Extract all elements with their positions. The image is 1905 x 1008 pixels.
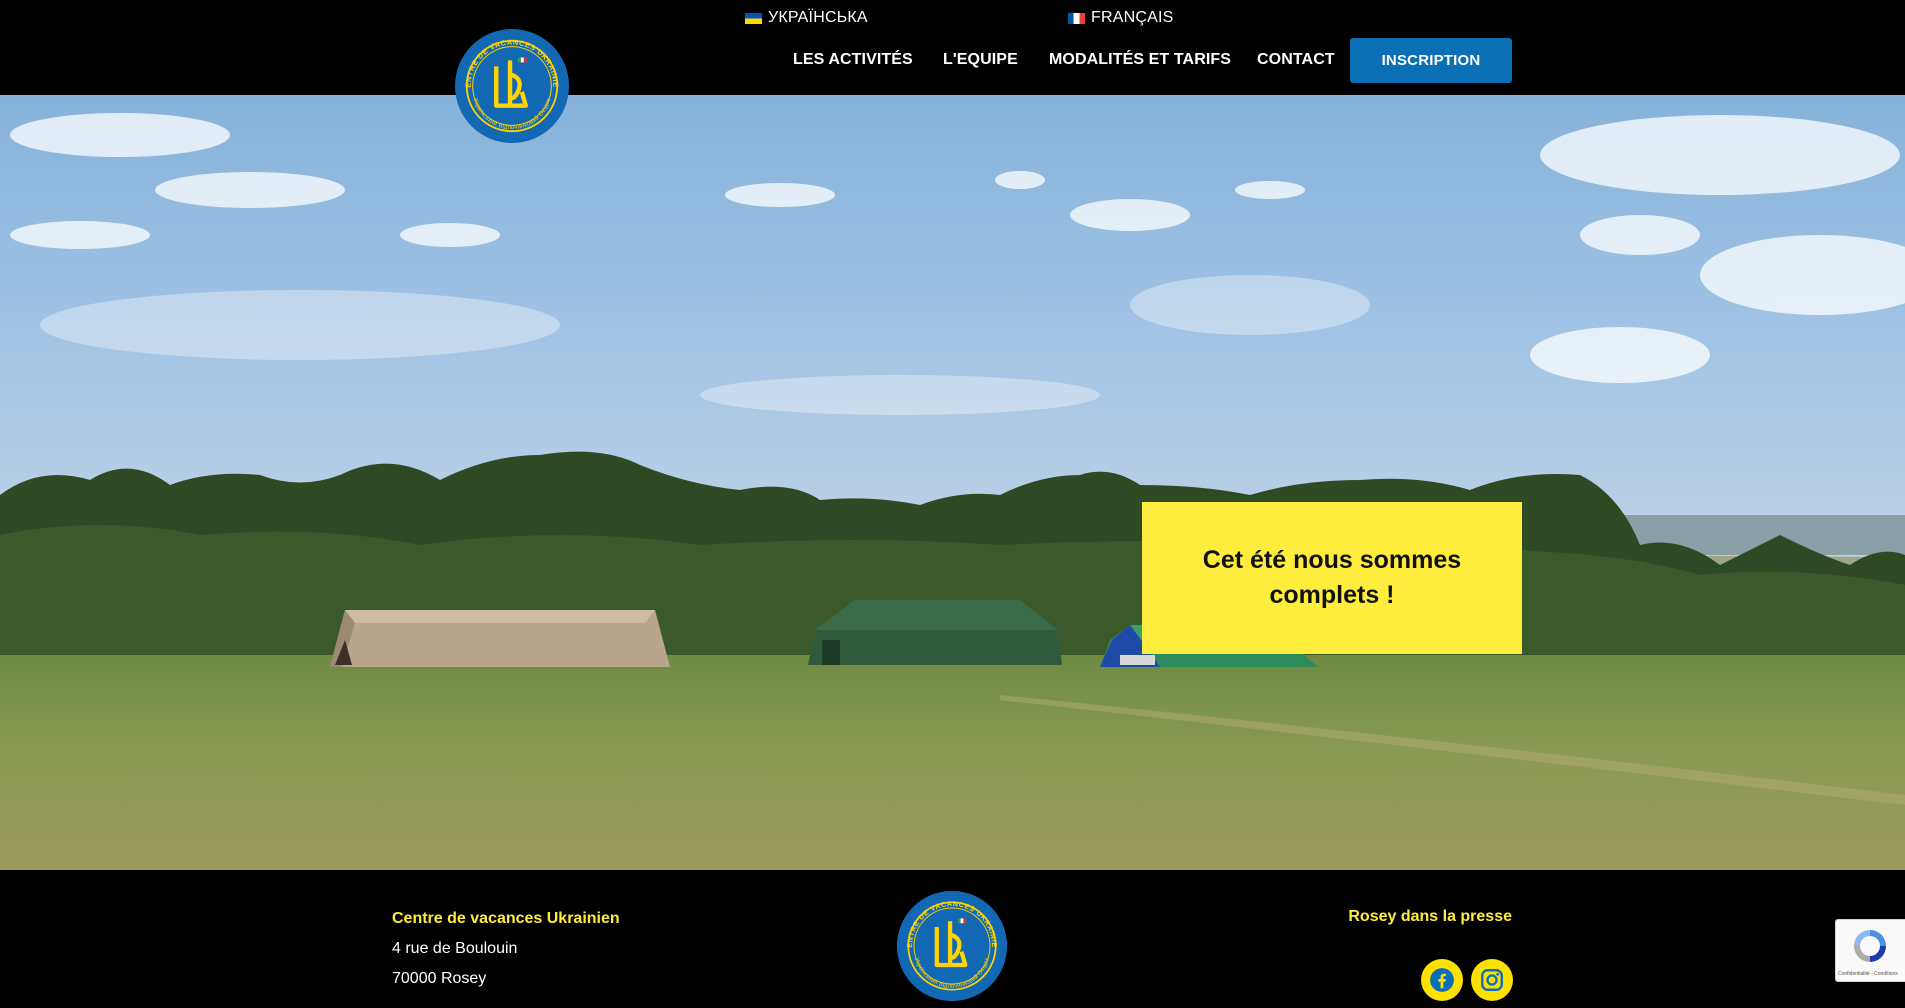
language-ukrainian-label: УКРАЇНСЬКА [768, 9, 868, 26]
recaptcha-badge[interactable]: Confidentialité - Conditions [1835, 919, 1905, 982]
recaptcha-legal-text: Confidentialité - Conditions [1838, 971, 1898, 977]
inscription-button[interactable]: INSCRIPTION [1350, 38, 1512, 83]
nav-item-modalites-tarifs[interactable]: MODALITÉS ET TARIFS [1049, 51, 1231, 69]
camp-field-photo [0, 113, 1905, 870]
nav-item-contact[interactable]: CONTACT [1257, 51, 1335, 69]
nav-item-label: L'EQUIPE [943, 51, 1018, 68]
site-footer: Centre de vacances Ukrainien 4 rue de Bo… [0, 870, 1905, 1002]
france-flag-icon [1068, 12, 1085, 24]
footer-logo[interactable]: CENTRE DE VACANCES UKRAINIEN Український… [892, 883, 1009, 1003]
availability-notice-text: Cet été nous sommes complets ! [1202, 546, 1462, 609]
language-french-label: FRANÇAIS [1091, 9, 1174, 26]
nav-item-label: CONTACT [1257, 51, 1335, 68]
ukraine-flag-icon [745, 12, 762, 24]
availability-notice: Cet été nous sommes complets ! [1142, 502, 1522, 654]
press-link[interactable]: Rosey dans la presse [1348, 908, 1512, 926]
instagram-icon [1481, 969, 1503, 991]
language-ukrainian-link[interactable]: УКРАЇНСЬКА [745, 9, 868, 27]
nav-item-label: LES ACTIVITÉS [793, 51, 913, 68]
nav-item-activites[interactable]: LES ACTIVITÉS [793, 51, 913, 69]
footer-title: Centre de vacances Ukrainien [392, 910, 620, 927]
recaptcha-icon [1854, 930, 1886, 962]
trident-emblem-icon: CENTRE DE VACANCES UKRAINIEN Український… [892, 883, 1008, 1002]
trident-emblem-icon: CENTRE DE VACANCES UKRAINIEN Український… [450, 20, 570, 144]
site-logo[interactable]: CENTRE DE VACANCES UKRAINIEN Український… [450, 20, 571, 145]
instagram-link[interactable] [1471, 959, 1513, 1001]
nav-item-label: MODALITÉS ET TARIFS [1049, 51, 1232, 68]
site-header: УКРАЇНСЬКА FRANÇAIS LES ACTIVITÉS L'EQUI… [0, 0, 1905, 95]
language-french-link[interactable]: FRANÇAIS [1068, 9, 1174, 27]
nav-item-equipe[interactable]: L'EQUIPE [943, 51, 1018, 69]
footer-address-city: 70000 Rosey [392, 970, 487, 987]
footer-address-street: 4 rue de Boulouin [392, 940, 518, 957]
facebook-icon [1430, 968, 1454, 992]
facebook-link[interactable] [1421, 959, 1463, 1001]
hero-banner: Cet été nous sommes complets ! [0, 95, 1905, 870]
